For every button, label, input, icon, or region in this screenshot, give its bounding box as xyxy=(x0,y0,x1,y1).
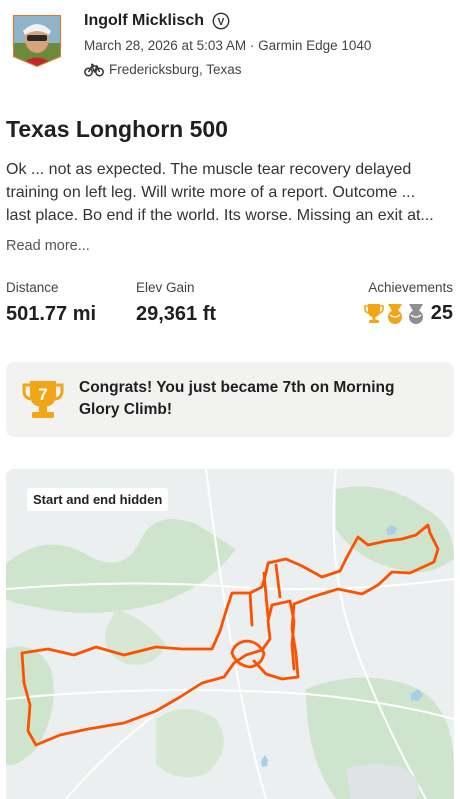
athlete-name[interactable]: Ingolf Micklisch xyxy=(84,12,204,30)
bike-icon xyxy=(84,63,104,76)
achievements-stat[interactable]: Achievements 25 xyxy=(363,280,453,325)
trophy-rank-icon: 7 xyxy=(22,381,64,418)
achievements-label: Achievements xyxy=(368,280,453,295)
activity-datetime-device: March 28, 2026 at 5:03 AM · Garmin Edge … xyxy=(84,38,372,53)
activity-header: Ingolf Micklisch V March 28, 2026 at 5:0… xyxy=(0,0,460,100)
svg-text:V: V xyxy=(218,17,225,28)
map-canvas xyxy=(6,469,454,799)
gold-medal-icon xyxy=(387,303,402,324)
description-line: Ok ... not as expected. The muscle tear … xyxy=(6,161,412,178)
grey-medal-icon xyxy=(408,303,423,324)
congrats-message: Congrats! You just became 7th on Morning… xyxy=(79,379,395,418)
gold-trophy-icon xyxy=(363,303,384,323)
activity-title[interactable]: Texas Longhorn 500 xyxy=(6,116,228,143)
description-line: last place. Bo end if the world. Its wor… xyxy=(6,207,434,224)
read-more-link[interactable]: Read more... xyxy=(6,238,90,254)
athlete-avatar[interactable] xyxy=(11,13,63,68)
athlete-name-row: Ingolf Micklisch V xyxy=(84,10,230,32)
svg-text:7: 7 xyxy=(38,385,47,404)
activity-location-row: Fredericksburg, Texas xyxy=(84,62,242,77)
start-end-hidden-badge: Start and end hidden xyxy=(27,488,169,511)
elevation-label: Elev Gain xyxy=(136,280,195,295)
elevation-value: 29,361 ft xyxy=(136,303,217,325)
achievements-count: 25 xyxy=(430,302,453,324)
distance-stat: Distance 501.77 mi xyxy=(6,280,96,326)
achievements-row: 25 xyxy=(363,302,453,325)
distance-value: 501.77 mi xyxy=(6,303,97,325)
elevation-stat: Elev Gain 29,361 ft xyxy=(136,280,216,326)
activity-location: Fredericksburg, Texas xyxy=(109,62,242,77)
activity-description: Ok ... not as expected. The muscle tear … xyxy=(6,158,454,227)
route-map[interactable]: Start and end hidden xyxy=(6,469,454,799)
description-line: training on left leg. Will write more of… xyxy=(6,184,416,201)
subscriber-badge-icon: V xyxy=(212,12,230,30)
segment-achievement-banner[interactable]: 7 Congrats! You just became 7th on Morni… xyxy=(6,362,454,437)
distance-label: Distance xyxy=(6,280,59,295)
